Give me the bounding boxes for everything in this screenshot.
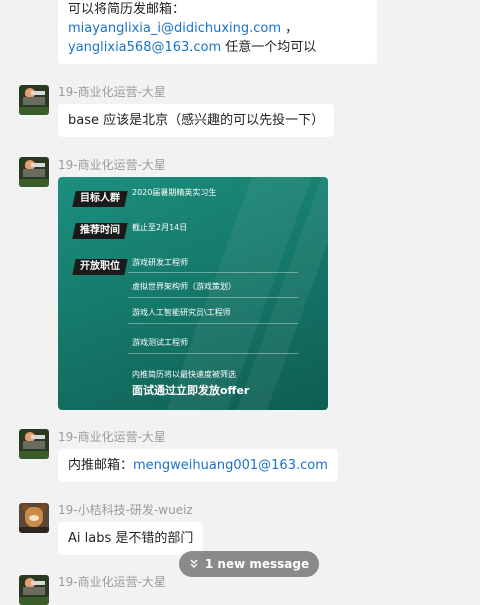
double-chevron-down-icon — [189, 551, 199, 577]
message-text: 内推邮箱： — [68, 458, 134, 473]
poster-tag: 推荐时间 — [72, 223, 128, 239]
sender-name: 19-商业化运营-大星 — [58, 158, 166, 172]
message-bubble: 内推邮箱：mengweihuang001@163.com — [58, 449, 338, 482]
email-link[interactable]: mengweihuang001@163.com — [133, 458, 328, 473]
avatar[interactable] — [19, 429, 49, 459]
avatar[interactable] — [19, 503, 49, 533]
poster-tag: 目标人群 — [72, 191, 128, 207]
message-text: base 应该是北京（感兴趣的可以先投一下） — [68, 113, 325, 128]
sender-name: 19-商业化运营-大星 — [58, 85, 166, 99]
sender-name: 19-商业化运营-大星 — [58, 575, 166, 589]
avatar[interactable] — [19, 85, 49, 115]
email-link[interactable]: miayanglixia_i@didichuxing.com — [68, 21, 281, 36]
poster-position: 游戏测试工程师 — [132, 338, 188, 347]
poster-text: 截止至2月14日 — [132, 223, 188, 232]
message-text: Ai labs 是不错的部门 — [68, 531, 194, 546]
message-text: ， — [281, 21, 299, 36]
poster-position: 游戏人工智能研究员\工程师 — [132, 308, 231, 317]
poster-footer: 内推简历将以最快速度被筛选 — [132, 370, 236, 379]
message-text: 可以将简历发邮箱： — [68, 2, 186, 17]
poster-footer: 面试通过立即发放offer — [132, 384, 250, 397]
sender-name: 19-商业化运营-大星 — [58, 430, 166, 444]
recruitment-poster-image[interactable]: 目标人群 2020届暑期精英实习生 推荐时间 截止至2月14日 开放职位 游戏研… — [58, 177, 328, 410]
poster-position: 虚拟世界架构师（游戏策划） — [132, 282, 236, 291]
avatar[interactable] — [19, 575, 49, 605]
new-message-button[interactable]: 1 new message — [179, 551, 319, 577]
poster-position: 游戏研发工程师 — [132, 258, 188, 267]
message-bubble: 可以将简历发邮箱： miayanglixia_i@didichuxing.com… — [58, 0, 377, 64]
email-link[interactable]: yanglixia568@163.com — [68, 40, 221, 55]
message-bubble: Ai labs 是不错的部门 — [58, 522, 204, 555]
new-message-label: 1 new message — [204, 557, 310, 571]
message-text: 任意一个均可以 — [221, 40, 317, 55]
sender-name: 19-小桔科技-研发-wueiz — [58, 503, 193, 517]
avatar[interactable] — [19, 157, 49, 187]
poster-tag: 开放职位 — [72, 259, 128, 275]
message-bubble: base 应该是北京（感兴趣的可以先投一下） — [58, 104, 335, 137]
poster-text: 2020届暑期精英实习生 — [132, 188, 217, 197]
